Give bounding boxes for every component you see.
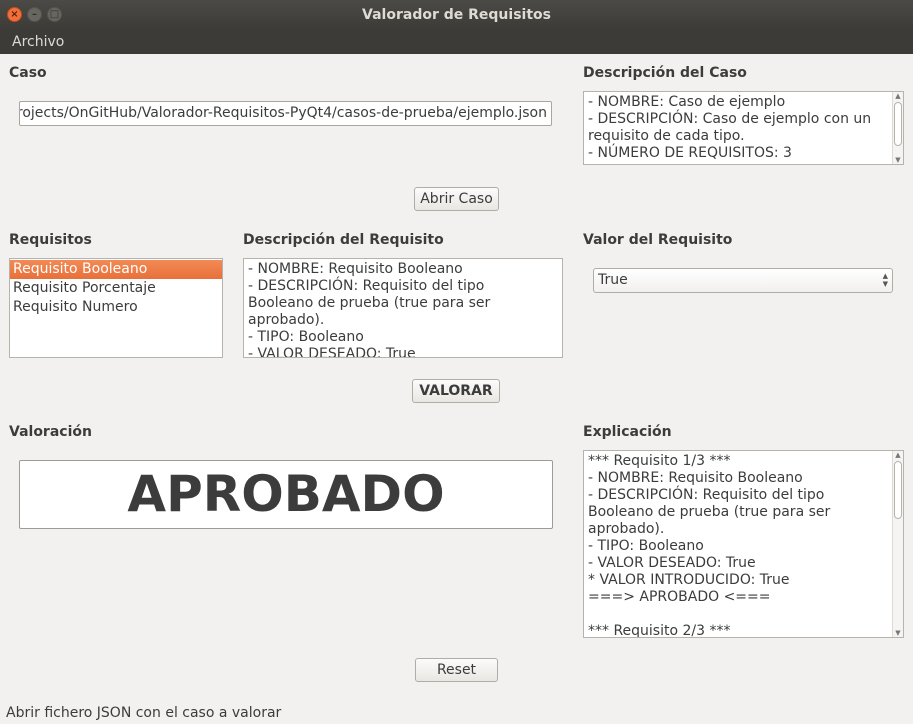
list-item[interactable]: Requisito Numero — [10, 298, 222, 317]
case-description-text: - NOMBRE: Caso de ejemplo - DESCRIPCIÓN:… — [588, 94, 872, 161]
scroll-up-icon[interactable]: ▲ — [893, 92, 903, 100]
requisitos-label: Requisitos — [9, 232, 92, 248]
scroll-down-icon[interactable]: ▼ — [893, 156, 903, 164]
status-bar: Abrir fichero JSON con el caso a valorar — [6, 705, 282, 721]
close-icon[interactable]: × — [7, 7, 22, 22]
scroll-down-icon[interactable]: ▼ — [893, 629, 903, 637]
scroll-thumb[interactable] — [894, 461, 902, 519]
descripcion-requisito-label: Descripción del Requisito — [243, 232, 444, 248]
title-bar: × – □ Valorador de Requisitos — [0, 0, 913, 30]
list-item[interactable]: Requisito Porcentaje — [10, 279, 222, 298]
valuation-result: APROBADO — [19, 460, 553, 529]
explicacion-label: Explicación — [583, 424, 672, 440]
maximize-icon[interactable]: □ — [47, 7, 62, 22]
menu-archivo[interactable]: Archivo — [12, 34, 64, 50]
descripcion-caso-label: Descripción del Caso — [583, 65, 747, 81]
scroll-up-icon[interactable]: ▲ — [893, 451, 903, 459]
minimize-icon[interactable]: – — [27, 7, 42, 22]
requirement-description-text: - NOMBRE: Requisito Booleano - DESCRIPCI… — [248, 261, 491, 358]
case-path-field[interactable]: :Projects/OnGitHub/Valorador-Requisitos-… — [19, 101, 552, 126]
list-item-selected[interactable]: Requisito Booleano — [10, 260, 222, 279]
open-case-button[interactable]: Abrir Caso — [414, 187, 499, 211]
requirements-list[interactable]: Requisito Booleano Requisito Porcentaje … — [9, 258, 223, 358]
explanation-text: *** Requisito 1/3 *** - NOMBRE: Requisit… — [588, 453, 831, 638]
requirement-description-box[interactable]: - NOMBRE: Requisito Booleano - DESCRIPCI… — [243, 258, 563, 358]
select-arrows-icon: ▲ ▼ — [882, 272, 888, 288]
window-title: Valorador de Requisitos — [362, 7, 551, 23]
case-description-box[interactable]: - NOMBRE: Caso de ejemplo - DESCRIPCIÓN:… — [583, 91, 904, 165]
explanation-scrollbar[interactable]: ▲ ▼ — [892, 451, 903, 637]
case-description-scrollbar[interactable]: ▲ ▼ — [892, 92, 903, 164]
valorar-button[interactable]: VALORAR — [412, 379, 500, 403]
caso-label: Caso — [9, 65, 47, 81]
case-path-text: :Projects/OnGitHub/Valorador-Requisitos-… — [19, 105, 547, 121]
reset-button[interactable]: Reset — [415, 658, 498, 682]
scroll-thumb[interactable] — [894, 102, 902, 146]
valoracion-label: Valoración — [9, 424, 92, 440]
menu-bar: Archivo — [0, 30, 913, 54]
requirement-value-select[interactable]: True ▲ ▼ — [593, 268, 893, 293]
explanation-box[interactable]: *** Requisito 1/3 *** - NOMBRE: Requisit… — [583, 450, 904, 638]
valor-requisito-label: Valor del Requisito — [583, 232, 733, 248]
requirement-value-selected: True — [598, 272, 628, 288]
